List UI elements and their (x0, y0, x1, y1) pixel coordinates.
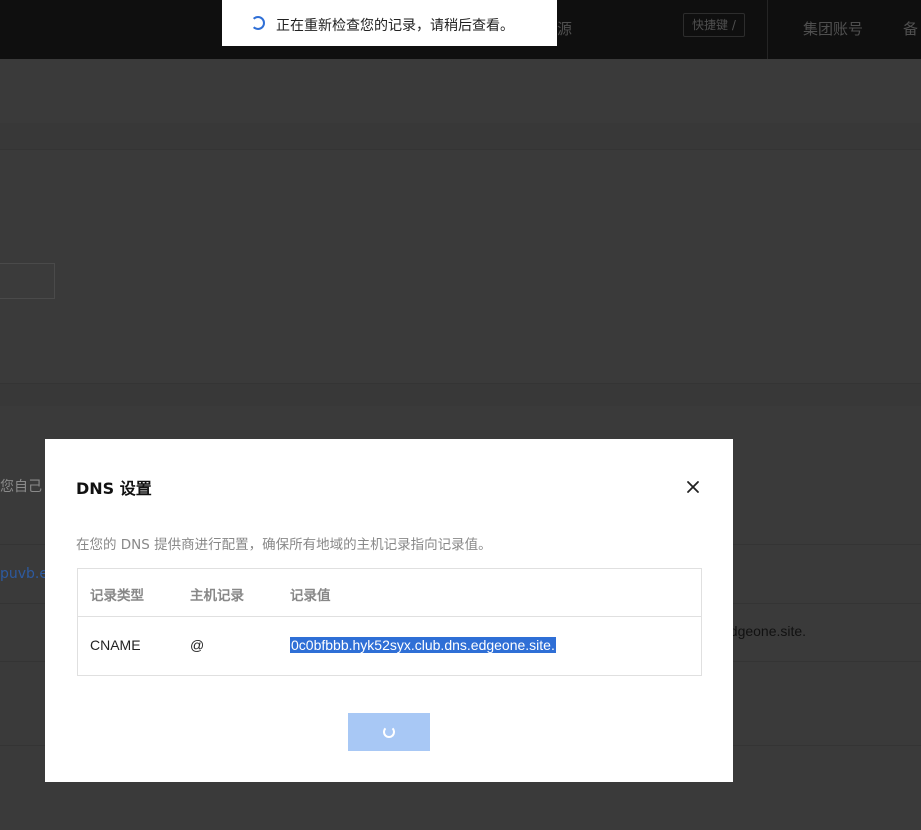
column-header-host: 主机记录 (190, 588, 244, 604)
loading-spinner-icon (383, 726, 395, 738)
background-section-band (0, 384, 921, 406)
table-header-row: 记录类型 主机记录 记录值 (78, 569, 701, 617)
background-input (0, 263, 55, 299)
background-divider (0, 149, 921, 150)
nav-divider (767, 0, 768, 59)
nav-item-fragment: 源 (557, 20, 573, 38)
cell-record-type: CNAME (90, 637, 141, 653)
column-header-record-type: 记录类型 (90, 588, 144, 604)
background-text: 您自己 (0, 479, 42, 495)
shortcut-key-badge[interactable]: 快捷键 / (683, 13, 745, 37)
cell-host: @ (190, 637, 205, 653)
nav-group-account[interactable]: 集团账号 (803, 18, 863, 39)
loading-toast: 正在重新检查您的记录，请稍后查看。 (222, 0, 557, 46)
background-row-value: edgeone.site. (722, 623, 807, 639)
background-section-band (0, 123, 921, 149)
close-button[interactable] (683, 477, 703, 497)
cell-record-value[interactable]: 0c0bfbbb.hyk52syx.club.dns.edgeone.site. (290, 637, 556, 653)
modal-description: 在您的 DNS 提供商进行配置，确保所有地域的主机记录指向记录值。 (76, 537, 492, 553)
confirm-button[interactable] (348, 713, 430, 751)
loading-spinner-icon (251, 16, 265, 30)
dns-settings-modal: DNS 设置 在您的 DNS 提供商进行配置，确保所有地域的主机记录指向记录值。… (45, 439, 733, 782)
column-header-value: 记录值 (290, 588, 331, 604)
nav-beian[interactable]: 备 (903, 18, 918, 39)
close-icon (687, 481, 699, 493)
toast-message: 正在重新检查您的记录，请稍后查看。 (276, 18, 514, 34)
dns-record-table: 记录类型 主机记录 记录值 CNAME @ 0c0bfbbb.hyk52syx.… (77, 568, 702, 676)
modal-title: DNS 设置 (76, 479, 152, 498)
